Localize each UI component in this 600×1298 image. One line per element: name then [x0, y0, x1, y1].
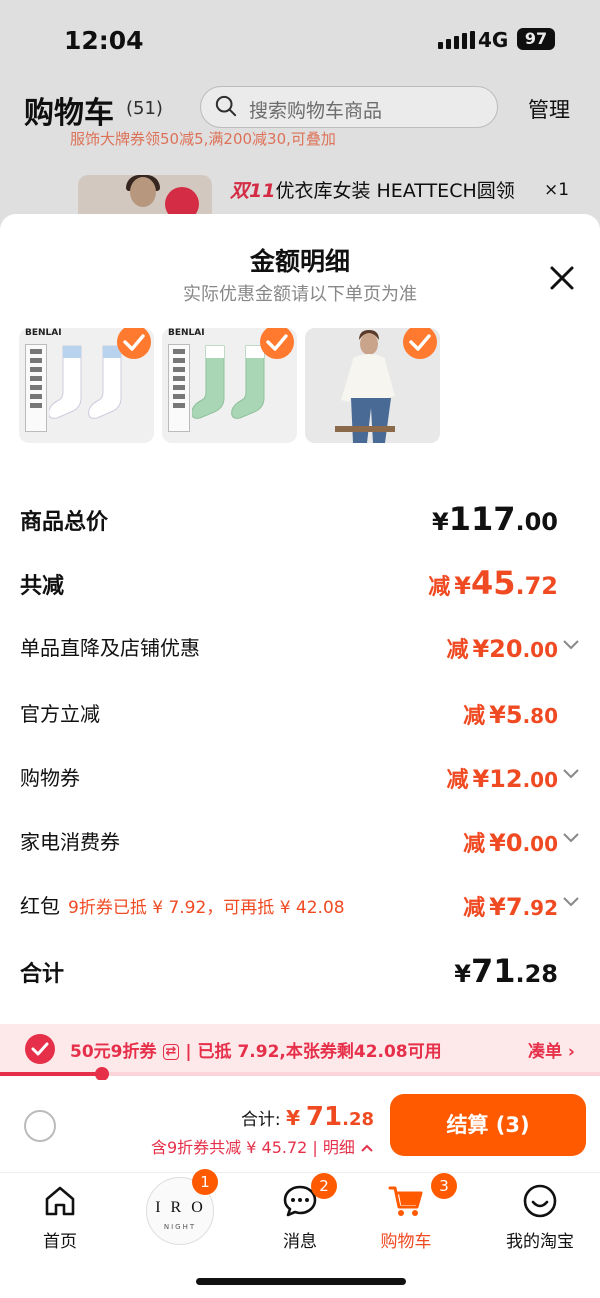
- row-value-grand-total: ¥71.28: [454, 952, 558, 990]
- detail-link: 明细: [322, 1138, 355, 1157]
- coupon-bar[interactable]: 50元9折券 ⇄ | 已抵 7.92,本张券剩42.08可用 凑单 ›: [0, 1024, 600, 1072]
- row-label-store-discount: 单品直降及店铺优惠: [20, 636, 200, 660]
- checked-icon[interactable]: [400, 328, 440, 362]
- select-all-checkbox[interactable]: [24, 1110, 56, 1142]
- badge-count: 1: [192, 1169, 218, 1195]
- badge-count: 2: [311, 1173, 337, 1199]
- checked-icon[interactable]: [114, 328, 154, 362]
- home-indicator: [196, 1278, 406, 1285]
- checkout-bar: 合计: ¥ 71.28 含9折券共减 ¥ 45.72 | 明细 结算 (3): [0, 1080, 600, 1172]
- care-label-icon: [168, 344, 190, 432]
- chevron-down-icon[interactable]: [562, 638, 580, 652]
- chevron-down-icon[interactable]: [562, 767, 580, 781]
- red-packet-note: 9折券已抵 ¥ 7.92，可再抵 ¥ 42.08: [68, 898, 345, 918]
- add-items-link[interactable]: 凑单 ›: [528, 1037, 575, 1062]
- row-label-shopping-voucher: 购物券: [20, 766, 80, 790]
- item-thumbnail[interactable]: BENLAI: [162, 328, 297, 443]
- sheet-title: 金额明细: [249, 247, 350, 276]
- checked-icon[interactable]: [257, 328, 297, 362]
- discount-line[interactable]: 含9折券共减 ¥ 45.72 | 明细: [151, 1134, 374, 1158]
- chevron-down-icon[interactable]: [562, 831, 580, 845]
- tab-my-taobao[interactable]: 我的淘宝: [485, 1181, 595, 1252]
- checkout-button[interactable]: 结算 (3): [390, 1094, 586, 1156]
- row-label-total-discount: 共减: [20, 574, 65, 599]
- close-icon[interactable]: [546, 262, 578, 294]
- care-label-icon: [25, 344, 47, 432]
- row-value-appliance-voucher[interactable]: 减 ¥0.00: [463, 826, 558, 858]
- tab-iro-night[interactable]: IRO NIGHT 1: [140, 1169, 220, 1247]
- row-label-official-discount: 官方立减: [20, 702, 100, 726]
- badge-count: 3: [431, 1173, 457, 1199]
- tab-cart[interactable]: 3 购物车: [351, 1173, 461, 1252]
- row-value-official-discount: 减 ¥5.80: [463, 701, 558, 729]
- item-thumbnail[interactable]: BENLAI: [19, 328, 154, 443]
- coupon-progress-knob: [95, 1067, 109, 1081]
- tab-messages[interactable]: 2 消息: [245, 1173, 355, 1252]
- item-thumbnail[interactable]: [305, 328, 440, 443]
- row-label-grand-total: 合计: [20, 962, 65, 987]
- cart-icon: [388, 1186, 423, 1216]
- coupon-progress-fill: [0, 1072, 102, 1076]
- row-label-subtotal: 商品总价: [20, 510, 109, 535]
- brand-label: BENLAI: [25, 328, 62, 338]
- sheet-subtitle: 实际优惠金额请以下单页为准: [183, 284, 417, 305]
- swap-icon: ⇄: [162, 1044, 180, 1060]
- chevron-down-icon[interactable]: [562, 895, 580, 909]
- coupon-checked-icon[interactable]: [24, 1033, 56, 1065]
- row-value-red-packet[interactable]: 减 ¥7.92: [463, 890, 558, 922]
- tab-home[interactable]: 首页: [5, 1181, 115, 1252]
- row-label-red-packet: 红包 9折券已抵 ¥ 7.92，可再抵 ¥ 42.08: [20, 894, 345, 918]
- selected-items-thumbnails: BENLAI BENLAI: [19, 328, 599, 443]
- row-value-subtotal: ¥117.00: [431, 500, 558, 538]
- profile-icon: [523, 1184, 557, 1218]
- chevron-up-icon: [361, 1144, 373, 1152]
- row-value-store-discount[interactable]: 减 ¥20.00: [446, 632, 558, 664]
- row-label-appliance-voucher: 家电消费券: [20, 830, 120, 854]
- row-value-shopping-voucher[interactable]: 减 ¥12.00: [446, 762, 558, 794]
- coupon-text: 50元9折券 ⇄ | 已抵 7.92,本张券剩42.08可用: [70, 1042, 442, 1062]
- total-line: 合计: ¥ 71.28: [240, 1102, 374, 1132]
- brand-label: BENLAI: [168, 328, 205, 338]
- home-icon: [45, 1186, 75, 1216]
- row-value-total-discount: 减 ¥45.72: [428, 564, 558, 602]
